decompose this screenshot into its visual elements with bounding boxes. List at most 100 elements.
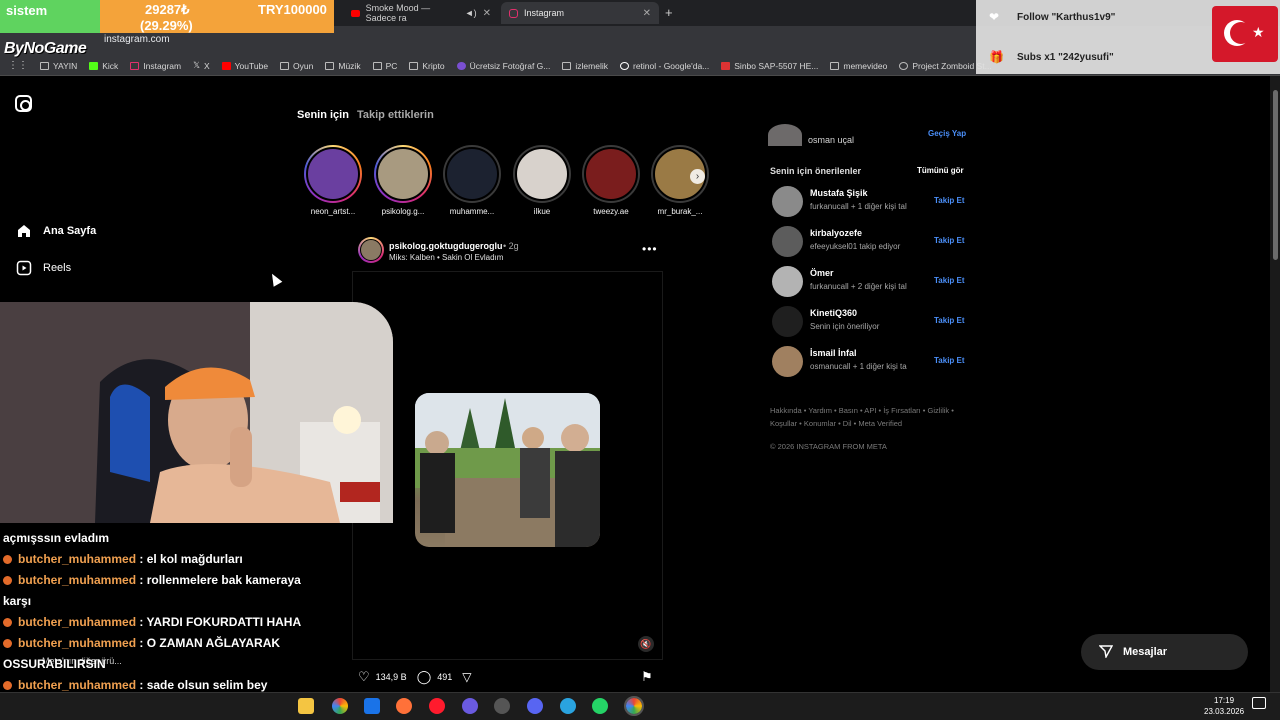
close-tab-icon[interactable]: ✕: [483, 8, 491, 19]
instagram-logo-icon[interactable]: [15, 95, 32, 112]
folder-icon: [830, 61, 840, 70]
current-user-avatar[interactable]: [768, 124, 802, 146]
telegram-icon[interactable]: [560, 698, 576, 714]
bookmark-memevideo[interactable]: memevideo: [830, 61, 887, 71]
tab-instagram[interactable]: Instagram ✕: [501, 2, 659, 24]
story-item[interactable]: psikolog.g...: [374, 145, 432, 216]
feed-tabs: Senin için Takip ettiklerin: [297, 109, 434, 121]
story-item[interactable]: muhamme...: [443, 145, 501, 216]
see-all-link[interactable]: Tümünü gör: [917, 166, 964, 175]
post-music[interactable]: Miks: Kalben • Sakin Ol Evladım: [389, 253, 503, 262]
obs-icon[interactable]: [494, 698, 510, 714]
suggestion-name[interactable]: Mustafa Şişik: [810, 188, 868, 198]
page-scrollbar[interactable]: [1270, 76, 1280, 692]
follow-button[interactable]: Takip Et: [934, 276, 965, 285]
stories-next-icon[interactable]: ›: [690, 169, 705, 184]
switch-account-link[interactable]: Geçiş Yap: [928, 129, 966, 138]
suggestion-name[interactable]: Ömer: [810, 268, 834, 278]
story-ring: [443, 145, 501, 203]
follow-alert: Follow "Karthus1v9": [1017, 12, 1116, 23]
close-tab-icon[interactable]: ✕: [643, 8, 651, 19]
bookmark-sinbo[interactable]: Sinbo SAP-5507 HE...: [721, 61, 818, 71]
apps-icon[interactable]: ⋮⋮: [8, 60, 28, 71]
chrome-icon[interactable]: [332, 698, 348, 714]
story-username: neon_artst...: [310, 207, 356, 216]
bookmark-pc[interactable]: PC: [372, 61, 397, 71]
suggestion-avatar[interactable]: [772, 226, 803, 257]
bookmark-izlemelik[interactable]: izlemelik: [562, 61, 608, 71]
story-item[interactable]: tweezy.ae: [582, 145, 640, 216]
post-avatar[interactable]: [358, 237, 384, 263]
clock-time: 17:19: [1214, 696, 1235, 705]
chat-text: : sade olsun selim bey: [136, 678, 268, 692]
follow-button[interactable]: Takip Et: [934, 356, 965, 365]
messages-button[interactable]: Mesajlar: [1081, 634, 1248, 670]
suggestion-name[interactable]: KinetiQ360: [810, 308, 857, 318]
post-username[interactable]: psikolog.goktugdugeroglu: [389, 241, 503, 251]
suggestion-avatar[interactable]: [772, 186, 803, 217]
bookmark-retinol[interactable]: retinol - Google'da...: [619, 61, 709, 71]
site-icon: [456, 61, 466, 70]
chat-username: butcher_muhammed: [18, 573, 137, 587]
mail-icon[interactable]: [364, 698, 380, 714]
nav-home-label: Ana Sayfa: [43, 225, 97, 237]
tab-smoke-mood[interactable]: Smoke Mood — Sadece ra ◄) ✕: [343, 2, 499, 24]
like-icon[interactable]: ♡: [358, 669, 370, 685]
bookmark-yayin[interactable]: YAYIN: [40, 61, 77, 71]
suggestion-avatar[interactable]: [772, 306, 803, 337]
story-ring: [304, 145, 362, 203]
opera-icon[interactable]: [429, 698, 445, 714]
suggestion-item: Mustafa Şişik furkanucall + 1 diğer kişi …: [772, 186, 972, 218]
file-explorer-icon[interactable]: [298, 698, 314, 714]
story-item[interactable]: ilkue: [513, 145, 571, 216]
story-ring: [513, 145, 571, 203]
x-icon: 𝕏: [193, 60, 200, 70]
share-icon[interactable]: ▽: [462, 670, 471, 684]
follow-button[interactable]: Takip Et: [934, 236, 965, 245]
bookmark-kick[interactable]: Kick: [89, 61, 118, 71]
nav-reels[interactable]: Reels: [16, 260, 71, 276]
post-video-frame[interactable]: [415, 393, 600, 547]
bookmark-kripto[interactable]: Kripto: [409, 61, 445, 71]
tab-following[interactable]: Takip ettiklerin: [357, 109, 434, 121]
mute-icon[interactable]: 🔇: [638, 636, 654, 652]
url-field[interactable]: instagram.com: [104, 34, 170, 45]
bookmark-oyun[interactable]: Oyun: [280, 61, 313, 71]
story-item[interactable]: neon_artst...: [304, 145, 362, 216]
notifications-icon[interactable]: [1252, 697, 1266, 709]
bookmark-instagram[interactable]: Instagram: [130, 61, 181, 71]
site-icon: [721, 61, 731, 70]
follow-button[interactable]: Takip Et: [934, 196, 965, 205]
system-clock[interactable]: 17:19 23.03.2026: [1204, 695, 1244, 717]
app-icon[interactable]: [462, 698, 478, 714]
more-options-icon[interactable]: •••: [642, 242, 658, 256]
suggestion-avatar[interactable]: [772, 346, 803, 377]
nav-home[interactable]: Ana Sayfa: [16, 223, 96, 239]
firefox-icon[interactable]: [396, 698, 412, 714]
whatsapp-icon[interactable]: [592, 698, 608, 714]
story-username: mr_burak_...: [657, 207, 703, 216]
goal-percent: (29.29%): [140, 18, 193, 33]
suggestion-avatar[interactable]: [772, 266, 803, 297]
chat-badge-icon: [3, 681, 12, 690]
comment-icon[interactable]: ◯: [417, 669, 432, 685]
folder-icon: [562, 61, 572, 70]
bookmark-muzik[interactable]: Müzik: [325, 61, 361, 71]
story-username: tweezy.ae: [593, 207, 629, 216]
tab-for-you[interactable]: Senin için: [297, 109, 349, 121]
chat-text: : YARDI FOKURDATTI HAHA: [136, 615, 302, 629]
suggestion-name[interactable]: İsmail İnfal: [810, 348, 857, 358]
bookmark-icon[interactable]: ⚑: [641, 669, 653, 685]
bookmark-x[interactable]: 𝕏X: [193, 60, 210, 71]
new-tab-button[interactable]: +: [665, 5, 673, 20]
chat-badge-icon: [3, 555, 12, 564]
suggestion-name[interactable]: kirbalyozefe: [810, 228, 862, 238]
chrome-active-icon[interactable]: [624, 696, 644, 716]
follow-button[interactable]: Takip Et: [934, 316, 965, 325]
footer-links[interactable]: Hakkında • Yardım • Basın • API • İş Fır…: [770, 404, 970, 430]
suggestions-title: Senin için önerilenler: [770, 166, 862, 176]
send-icon: [1098, 644, 1114, 661]
bookmark-free-photo[interactable]: Ücretsiz Fotoğraf G...: [456, 61, 550, 71]
bookmark-youtube[interactable]: YouTube: [221, 61, 268, 71]
discord-icon[interactable]: [527, 698, 543, 714]
